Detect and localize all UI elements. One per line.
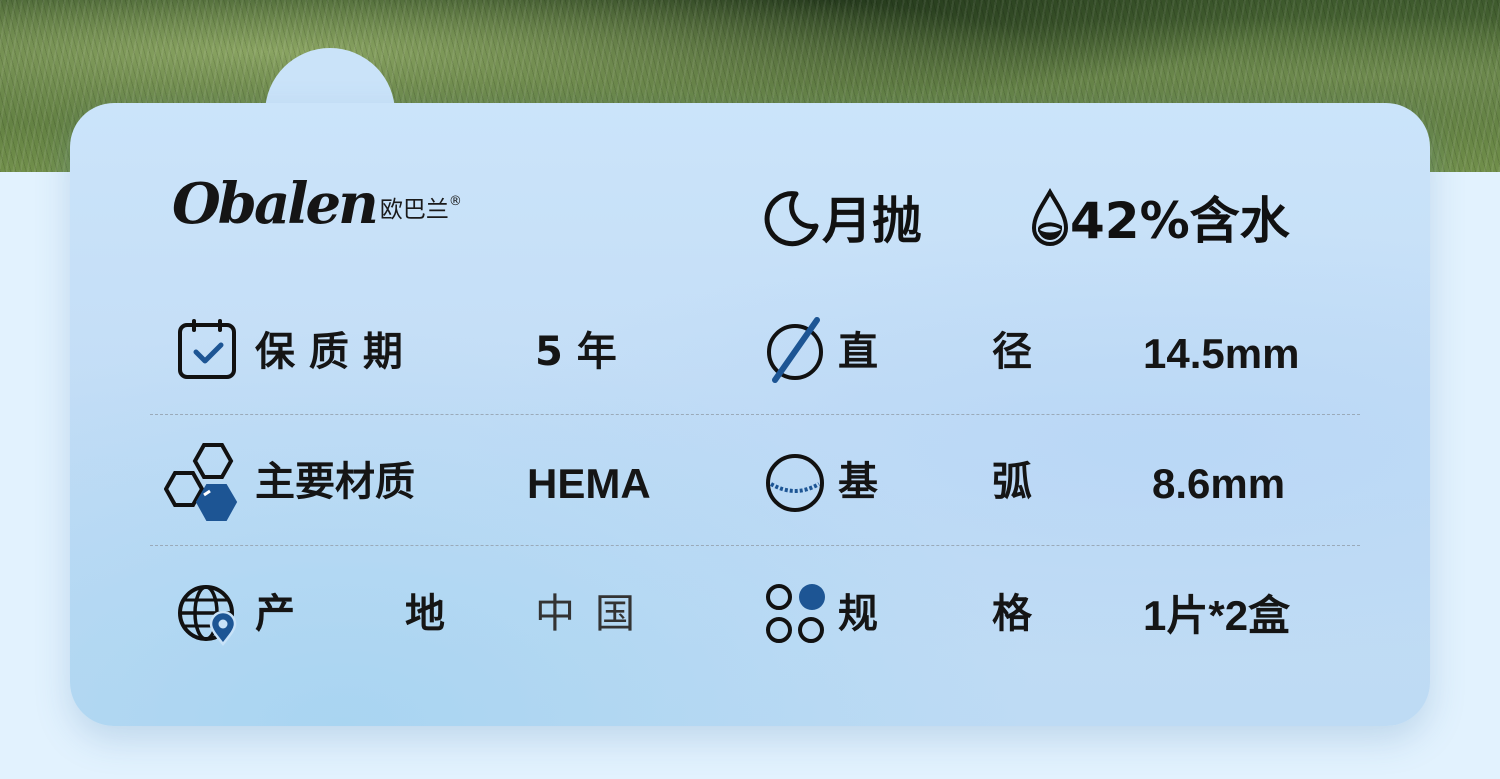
hexagon-molecule-icon <box>164 443 238 521</box>
brand-name-en: Obalen <box>172 171 379 237</box>
row-divider <box>150 414 1360 415</box>
spec-label-b: 格 <box>992 591 1032 637</box>
period-text: 月抛 <box>822 192 922 250</box>
row-divider <box>150 545 1360 546</box>
shelf-life-label: 保 质 期 <box>255 329 403 375</box>
registered-mark: ® <box>448 194 462 209</box>
origin-value: 中国 <box>535 591 655 637</box>
water-content-badge: 42%含水 <box>1030 182 1290 252</box>
spec-value: 1片*2盒 <box>1143 592 1291 639</box>
base-curve-value: 8.6mm <box>1152 460 1286 507</box>
base-curve-label-a: 基 <box>838 459 878 505</box>
origin-label-b: 地 <box>405 591 445 637</box>
four-dots-icon <box>766 584 825 643</box>
spec-label-a: 规 <box>838 591 878 637</box>
water-content-text: 42%含水 <box>1070 192 1290 250</box>
material-value: HEMA <box>527 460 651 507</box>
calendar-check-icon <box>178 319 236 379</box>
origin-label-a: 产 <box>255 591 295 637</box>
water-drop-icon <box>1031 187 1069 246</box>
globe-location-icon <box>178 585 237 647</box>
period-badge: 月抛 <box>760 182 922 252</box>
diameter-label-a: 直 <box>838 329 878 375</box>
diameter-label-b: 径 <box>992 329 1032 375</box>
diameter-icon <box>767 317 823 383</box>
base-curve-icon <box>766 454 824 512</box>
shelf-life-value: 5 年 <box>535 329 617 375</box>
moon-icon <box>764 191 819 247</box>
brand-name-cn: 欧巴兰® <box>379 194 462 223</box>
diameter-value: 14.5mm <box>1143 330 1300 377</box>
material-label: 主要材质 <box>255 459 415 505</box>
base-curve-label-b: 弧 <box>992 459 1032 505</box>
brand-logo: Obalen 欧巴兰® <box>172 172 462 236</box>
